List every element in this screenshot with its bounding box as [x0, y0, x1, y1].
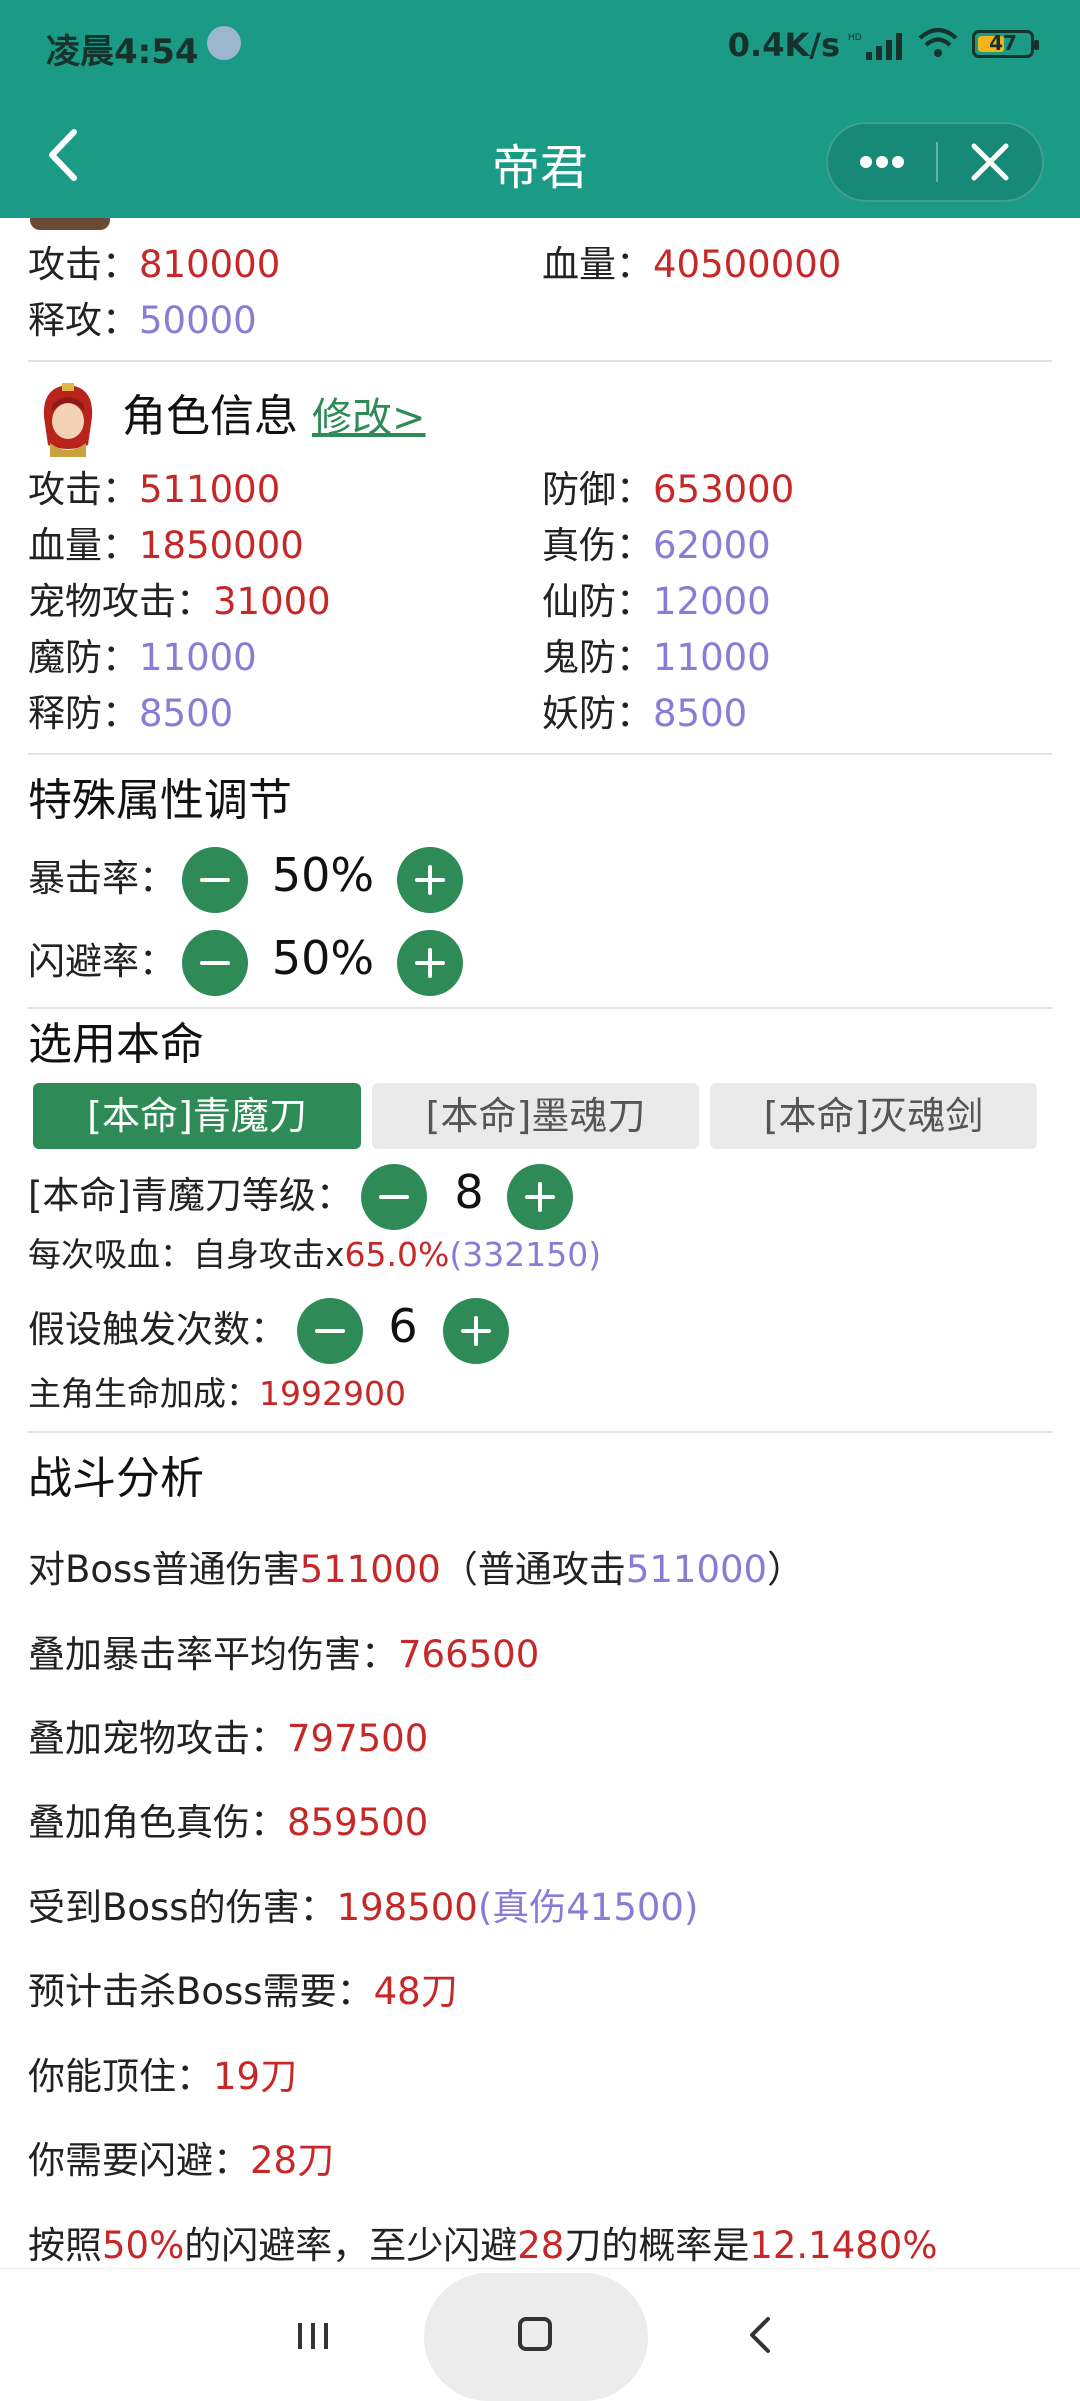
- recents-icon[interactable]: [294, 2321, 332, 2351]
- edit-role-link[interactable]: 修改>: [312, 395, 426, 441]
- analysis-hits-to-kill: 预计击杀Boss需要：48刀: [28, 1970, 458, 2013]
- system-nav-bar: [0, 2268, 1080, 2401]
- special-attributes-title: 特殊属性调节: [28, 775, 292, 826]
- crit-rate-value: 50%: [271, 848, 375, 902]
- network-speed: 0.4K/s: [727, 26, 840, 64]
- boss-attack: 攻击：810000: [28, 243, 281, 286]
- analysis-damage-taken: 受到Boss的伤害：198500(真伤41500): [28, 1886, 699, 1929]
- analysis-hits-survivable: 你能顶住：19刀: [28, 2055, 298, 2098]
- more-icon[interactable]: [828, 124, 936, 200]
- role-immortal-defense: 仙防：12000: [542, 580, 771, 623]
- tab-mohundao[interactable]: [本命]墨魂刀: [372, 1083, 699, 1149]
- close-icon[interactable]: [938, 124, 1042, 200]
- boss-avatar: [30, 218, 110, 230]
- boss-release: 释攻：50000: [28, 299, 257, 342]
- battle-analysis-title: 战斗分析: [28, 1453, 204, 1504]
- role-hp: 血量：1850000: [28, 524, 304, 567]
- home-icon[interactable]: [518, 2317, 552, 2351]
- mini-program-capsule: [826, 122, 1044, 202]
- role-demon-defense: 妖防：8500: [542, 692, 748, 735]
- status-time: 凌晨4:54: [46, 32, 199, 72]
- analysis-dodges-needed: 你需要闪避：28刀: [28, 2139, 335, 2182]
- tab-miehunjian[interactable]: [本命]灭魂剑: [710, 1083, 1037, 1149]
- title-bar: 帝君: [0, 92, 1080, 218]
- role-ghost-defense: 鬼防：11000: [542, 636, 771, 679]
- role-avatar: [43, 383, 93, 457]
- dodge-decrease-button[interactable]: [182, 930, 248, 996]
- trigger-decrease-button[interactable]: [297, 1298, 363, 1364]
- notification-icon: [207, 26, 241, 60]
- crit-rate-label: 暴击率：: [28, 857, 176, 900]
- battery-icon: 47: [972, 30, 1039, 58]
- benming-title: 选用本命: [28, 1019, 204, 1070]
- lifesteal-line: 每次吸血：自身攻击x65.0%(332150): [28, 1235, 602, 1274]
- role-defense: 防御：653000: [542, 468, 795, 511]
- benming-level-value: 8: [454, 1165, 484, 1219]
- battery-level: 47: [989, 31, 1017, 55]
- main-content[interactable]: 攻击：810000 血量：40500000 释攻：50000 角色信息 修改> …: [0, 218, 1080, 2268]
- level-increase-button[interactable]: [507, 1164, 573, 1230]
- trigger-count-label: 假设触发次数：: [28, 1308, 287, 1351]
- trigger-count-value: 6: [388, 1299, 418, 1353]
- analysis-normal-damage: 对Boss普通伤害511000（普通攻击511000）: [28, 1548, 805, 1591]
- role-attack: 攻击：511000: [28, 468, 281, 511]
- analysis-dodge-probability: 按照50%的闪避率，至少闪避28刀的概率是12.1480%: [28, 2224, 938, 2267]
- dodge-rate-value: 50%: [271, 931, 375, 985]
- trigger-increase-button[interactable]: [443, 1298, 509, 1364]
- hp-bonus-line: 主角生命加成：1992900: [28, 1374, 406, 1413]
- crit-increase-button[interactable]: [397, 847, 463, 913]
- status-bar: 凌晨4:54 0.4K/s HD 47: [0, 0, 1080, 92]
- role-magic-defense: 魔防：11000: [28, 636, 257, 679]
- divider: [28, 360, 1052, 362]
- boss-hp: 血量：40500000: [542, 243, 842, 286]
- role-pet-attack: 宠物攻击：31000: [28, 580, 331, 623]
- hd-badge: HD: [848, 33, 862, 43]
- analysis-crit-avg-damage: 叠加暴击率平均伤害：766500: [28, 1633, 540, 1676]
- level-decrease-button[interactable]: [361, 1164, 427, 1230]
- divider: [28, 1431, 1052, 1433]
- benming-level-label: [本命]青魔刀等级：: [28, 1174, 353, 1217]
- divider: [28, 1007, 1052, 1009]
- role-release-defense: 释防：8500: [28, 692, 234, 735]
- tab-qingmodao[interactable]: [本命]青魔刀: [33, 1083, 361, 1149]
- signal-icon: HD: [848, 33, 902, 60]
- role-info-title: 角色信息 修改>: [122, 391, 426, 442]
- divider: [28, 753, 1052, 755]
- role-true-damage: 真伤：62000: [542, 524, 771, 567]
- nav-back-icon[interactable]: [740, 2313, 780, 2357]
- wifi-icon: [918, 28, 958, 57]
- dodge-increase-button[interactable]: [397, 930, 463, 996]
- analysis-true-damage: 叠加角色真伤：859500: [28, 1801, 429, 1844]
- crit-decrease-button[interactable]: [182, 847, 248, 913]
- analysis-pet-attack: 叠加宠物攻击：797500: [28, 1717, 429, 1760]
- dodge-rate-label: 闪避率：: [28, 940, 176, 983]
